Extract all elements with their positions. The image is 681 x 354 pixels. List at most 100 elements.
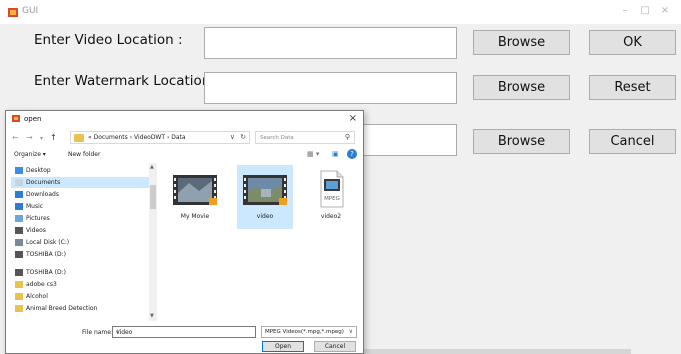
address-row: ← → ▾ ↑ « Documents › VideoDWT › Data ∨ …	[6, 129, 363, 147]
file-item[interactable]: MPEG video2	[303, 165, 359, 229]
file-item[interactable]: My Movie	[167, 165, 223, 229]
scroll-thumb[interactable]	[150, 185, 156, 209]
file-name-input[interactable]: video ∨	[112, 326, 256, 338]
nav-item[interactable]: Music	[11, 201, 151, 212]
nav-item-label: Animal Breed Detection	[26, 305, 98, 312]
nav-item[interactable]: Animal Breed Detection	[11, 303, 151, 314]
nav-item-label: Documents	[26, 179, 61, 186]
file-name: video	[256, 213, 274, 220]
back-arrow-icon[interactable]: ←	[12, 133, 19, 142]
dialog-cancel-button[interactable]: Cancel	[314, 341, 356, 352]
nav-scrollbar[interactable]: ▲ ▼	[149, 163, 157, 321]
scroll-up-icon[interactable]: ▲	[150, 164, 154, 170]
command-bar: Organize ▾ New folder ▦ ▾ ▣ ?	[6, 148, 363, 162]
nav-item[interactable]: Pictures	[11, 213, 151, 224]
file-list: My Movie video MPEG video2	[161, 163, 361, 321]
documents-icon	[15, 179, 23, 186]
file-name: video2	[320, 213, 342, 220]
video-location-input[interactable]	[204, 27, 457, 59]
pictures-icon	[15, 215, 23, 222]
nav-item[interactable]: TOSHIBA (D:)	[11, 267, 151, 278]
video-file-icon	[173, 175, 217, 205]
open-button[interactable]: Open	[262, 341, 304, 352]
nav-item[interactable]: Downloads	[11, 189, 151, 200]
nav-item-label: Pictures	[26, 215, 50, 222]
nav-item[interactable]: Desktop	[11, 165, 151, 176]
view-options-icon[interactable]: ▦ ▾	[307, 150, 319, 158]
nav-item[interactable]: TOSHIBA (D:)	[11, 249, 151, 260]
help-icon[interactable]: ?	[347, 149, 357, 159]
matlab-app-icon	[8, 8, 18, 17]
close-icon[interactable]: ×	[656, 4, 674, 18]
status-strip	[362, 349, 631, 354]
file-type-value: MPEG Videos(*.mpg,*.mpeg)	[265, 329, 344, 335]
drive-icon	[15, 251, 23, 258]
folder-icon	[15, 305, 23, 312]
file-name-label: File name:	[82, 329, 113, 336]
nav-item[interactable]: Local Disk (C:)	[11, 237, 151, 248]
nav-item-label: Alcohol	[26, 293, 48, 300]
folder-icon	[15, 281, 23, 288]
folder-icon	[15, 293, 23, 300]
dialog-title: open	[24, 115, 42, 123]
folder-icon	[74, 134, 84, 142]
dialog-close-icon[interactable]: ×	[349, 113, 357, 124]
mpeg-label: MPEG	[324, 196, 340, 202]
breadcrumb: « Documents › VideoDWT › Data	[88, 134, 186, 141]
nav-item-label: TOSHIBA (D:)	[26, 251, 66, 258]
nav-item[interactable]: Documents	[11, 177, 151, 188]
open-file-dialog: open × ← → ▾ ↑ « Documents › VideoDWT › …	[5, 110, 364, 354]
refresh-icon[interactable]: ↻	[240, 133, 246, 141]
nav-item[interactable]: Alcohol	[11, 291, 151, 302]
file-item-selected[interactable]: video	[237, 165, 293, 229]
file-type-chevron-icon[interactable]: ∨	[349, 328, 353, 335]
forward-arrow-icon[interactable]: →	[26, 133, 33, 142]
watermark-location-label: Enter Watermark Location :	[34, 73, 220, 89]
browse-video-button[interactable]: Browse	[473, 30, 570, 55]
videos-icon	[15, 227, 23, 234]
nav-item-label: adobe cs3	[26, 281, 57, 288]
search-input[interactable]: Search Data ⚲	[255, 131, 355, 144]
window-title: GUI	[22, 6, 39, 16]
main-titlebar: GUI – □ ×	[0, 0, 681, 24]
reset-button[interactable]: Reset	[589, 75, 676, 100]
browse-output-button[interactable]: Browse	[473, 129, 570, 154]
search-icon: ⚲	[344, 133, 350, 141]
video-file-icon	[243, 175, 287, 205]
nav-item-label: Music	[26, 203, 44, 210]
up-arrow-icon[interactable]: ↑	[50, 133, 57, 142]
cancel-button[interactable]: Cancel	[589, 129, 676, 154]
new-folder-button[interactable]: New folder	[68, 151, 100, 158]
nav-item[interactable]: Videos	[11, 225, 151, 236]
nav-item-label: Desktop	[26, 167, 51, 174]
video-location-label: Enter Video Location :	[34, 32, 183, 48]
preview-pane-icon[interactable]: ▣	[332, 150, 339, 158]
minimize-icon[interactable]: –	[616, 4, 634, 18]
downloads-icon	[15, 191, 23, 198]
file-type-select[interactable]: MPEG Videos(*.mpg,*.mpeg) ∨	[261, 326, 357, 338]
mpeg-file-icon: MPEG	[320, 170, 344, 208]
browse-watermark-button[interactable]: Browse	[473, 75, 570, 100]
organize-button[interactable]: Organize ▾	[14, 151, 46, 158]
address-bar[interactable]: « Documents › VideoDWT › Data ∨ ↻	[70, 131, 250, 144]
dialog-titlebar: open ×	[6, 111, 363, 127]
ok-button[interactable]: OK	[589, 30, 676, 55]
disk-icon	[15, 239, 23, 246]
watermark-location-input[interactable]	[204, 72, 457, 104]
search-placeholder: Search Data	[260, 135, 294, 141]
drive-icon	[15, 269, 23, 276]
scroll-down-icon[interactable]: ▼	[150, 313, 154, 319]
nav-item-label: Local Disk (C:)	[26, 239, 70, 246]
nav-item-label: Downloads	[26, 191, 59, 198]
recent-chevron-icon[interactable]: ▾	[40, 135, 43, 142]
file-name: My Movie	[180, 213, 210, 220]
file-name-chevron-icon[interactable]: ∨	[116, 328, 252, 335]
desktop-icon	[15, 167, 23, 174]
nav-item-label: TOSHIBA (D:)	[26, 269, 66, 276]
dialog-footer: File name: video ∨ MPEG Videos(*.mpg,*.m…	[6, 325, 363, 353]
dialog-app-icon	[12, 115, 20, 122]
music-icon	[15, 203, 23, 210]
address-chevron-icon[interactable]: ∨	[230, 133, 235, 141]
maximize-icon[interactable]: □	[636, 4, 654, 18]
nav-item[interactable]: adobe cs3	[11, 279, 151, 290]
